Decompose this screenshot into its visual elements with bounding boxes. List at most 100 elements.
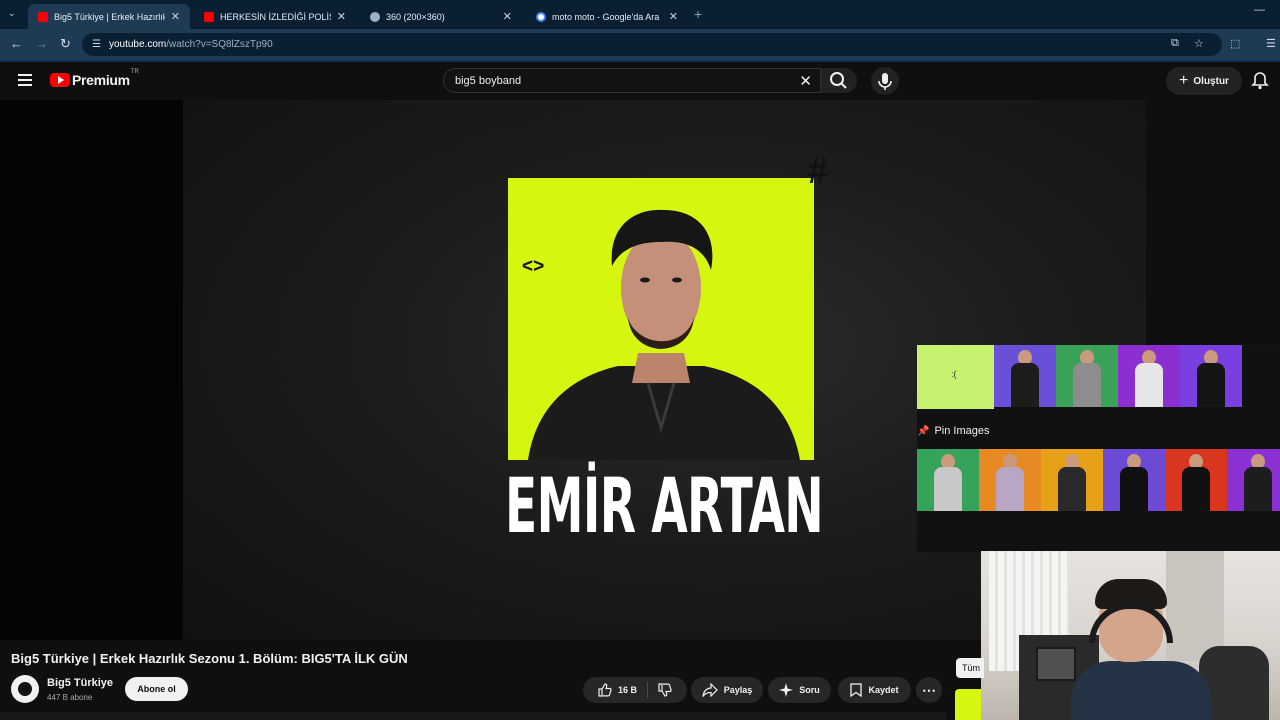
youtube-icon [204,11,214,22]
pin-thumb[interactable] [1118,345,1180,407]
youtube-play-icon [50,73,70,87]
browser-menu-icon[interactable]: ☰ [1266,37,1276,50]
close-icon[interactable]: ✕ [669,10,678,23]
youtube-premium-logo[interactable]: Premium TR [50,69,139,88]
extensions-icon[interactable]: ⬚ [1230,37,1240,50]
search-icon [830,72,847,89]
poster-portrait [528,209,800,460]
logo-wordmark: Premium [72,72,130,88]
reload-icon[interactable]: ↻ [60,36,71,52]
create-button[interactable]: + Oluştur [1166,67,1242,95]
forward-arrow-icon[interactable]: → [35,36,48,51]
like-count: 16 B [617,685,637,695]
browser-tab-3[interactable]: 360 (200×360) ✕ [360,4,522,29]
close-icon[interactable]: ✕ [337,10,346,23]
video-title: Big5 Türkiye | Erkek Hazırlık Sezonu 1. … [11,651,408,666]
poster-name-text: EMİR ARTAN [505,461,824,550]
voice-search-button[interactable] [871,67,899,95]
url-path: /watch?v=SQ8lZszTp90 [166,39,273,50]
close-icon[interactable]: ✕ [503,10,512,23]
pin-thumb[interactable] [1056,345,1118,407]
like-button[interactable]: 16 B [588,677,647,703]
bookmark-star-icon[interactable]: ☆ [1194,37,1204,50]
bookmark-icon [850,683,863,697]
empty-thumb-text: :( [951,369,957,379]
pin-thumb[interactable] [1103,449,1165,511]
share-arrow-icon [702,683,718,697]
pin-row-bottom [917,449,1280,511]
player-right-margin [1146,100,1280,345]
channel-name[interactable]: Big5 Türkiye [47,677,113,689]
pin-thumb[interactable] [1165,449,1227,511]
thumbs-up-icon [598,683,612,697]
description-box-edge [0,712,946,720]
share-label: Paylaş [723,685,753,695]
browser-tab-2[interactable]: HERKESİN İZLEDİĞİ POLİS SESİ ✕ [194,4,356,29]
search-input[interactable]: big5 boyband ✕ [443,68,821,93]
clear-search-icon[interactable]: ✕ [799,72,812,90]
subscriber-count: 447 B abone [47,693,93,702]
pin-thumb[interactable] [1180,345,1242,407]
pin-thumb[interactable] [979,449,1041,511]
tab-title: moto moto - Google'da Ara [552,11,660,22]
close-icon[interactable]: ✕ [171,10,180,23]
subscribe-label: Abone ol [137,684,176,694]
google-icon [536,11,546,22]
pin-thumb[interactable] [994,345,1056,407]
pin-thumb[interactable] [917,449,979,511]
more-dots-icon: ⋯ [922,681,936,698]
url-omnibox[interactable]: ☰ youtube.com /watch?v=SQ8lZszTp90 [82,33,1222,56]
install-app-icon[interactable]: ⧉ [1171,37,1179,50]
save-label: Kaydet [868,685,899,695]
tab-search-chevron-icon[interactable]: ⌄ [8,8,16,19]
pin-thumb-empty[interactable]: :( [917,345,994,409]
filter-chip-all[interactable]: Tüm [956,658,984,678]
streamer-webcam [981,551,1280,720]
like-dislike-group: 16 B [583,677,687,703]
channel-avatar[interactable] [11,675,39,703]
search-button[interactable] [821,68,857,93]
pin-images-heading: 📌 Pin Images [917,425,989,437]
country-code: TR [130,69,139,75]
back-arrow-icon[interactable]: ← [10,36,23,51]
recommended-thumb[interactable] [955,689,981,720]
youtube-header: Premium TR big5 boyband ✕ + Oluştur [0,62,1280,100]
pin-images-title: Pin Images [934,425,990,437]
create-label: Oluştur [1193,75,1229,87]
hamburger-menu-icon[interactable] [18,74,32,86]
poster-hash-glyph: # [808,150,829,191]
save-button[interactable]: Kaydet [838,677,911,703]
subscribe-button[interactable]: Abone ol [125,677,188,701]
tab-title: Big5 Türkiye | Erkek Hazırlık Se [54,11,165,22]
pin-thumb[interactable] [1041,449,1103,511]
sparkle-icon [779,683,794,697]
tab-title: 360 (200×360) [386,11,445,22]
thumbs-down-icon [658,683,672,697]
browser-address-bar: ← → ↻ ☰ youtube.com /watch?v=SQ8lZszTp90… [0,29,1280,60]
search-query: big5 boyband [455,74,522,87]
more-actions-button[interactable]: ⋯ [916,677,942,703]
tab-title: HERKESİN İZLEDİĞİ POLİS SESİ [220,11,331,22]
webcam-person-body [1071,661,1211,720]
pin-images-panel: :( 📌 Pin Images [917,345,1280,552]
share-button[interactable]: Paylaş [691,677,763,703]
webcam-door [1166,551,1224,661]
notifications-bell-icon[interactable] [1250,70,1270,90]
browser-tab-4[interactable]: moto moto - Google'da Ara ✕ [526,4,688,29]
poster-bracket-glyph: <> [522,256,545,277]
ask-button[interactable]: Soru [768,677,831,703]
new-tab-plus-icon[interactable]: + [694,6,702,22]
browser-tab-1[interactable]: Big5 Türkiye | Erkek Hazırlık Se ✕ [28,4,190,29]
webcam-monitor [1036,647,1076,681]
youtube-icon [38,11,48,22]
filter-chip-label: Tüm [962,663,980,673]
pin-thumb[interactable] [1227,449,1280,511]
site-settings-icon[interactable]: ☰ [92,39,101,50]
microphone-icon [878,73,892,90]
plus-icon: + [1179,72,1189,89]
minimize-icon[interactable]: — [1254,4,1265,16]
dislike-button[interactable] [648,677,682,703]
browser-tab-bar: ⌄ Big5 Türkiye | Erkek Hazırlık Se ✕ HER… [0,0,1280,29]
pin-row-top: :( [917,345,1242,409]
ask-label: Soru [799,685,820,695]
